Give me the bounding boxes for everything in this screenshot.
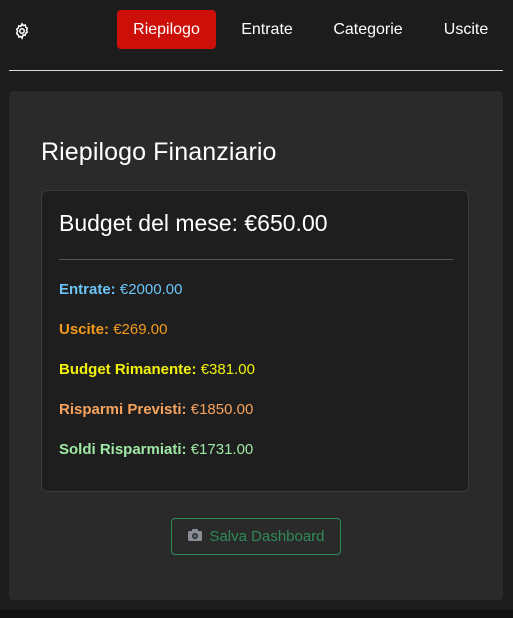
tab-entrate[interactable]: Entrate <box>232 10 302 49</box>
monthly-budget-title: Budget del mese: €650.00 <box>59 210 328 236</box>
stat-uscite-label: Uscite: <box>59 321 110 338</box>
card-divider <box>59 259 454 260</box>
gear-icon[interactable] <box>13 22 31 40</box>
stat-budget-rimanente-value: €381.00 <box>200 361 255 378</box>
stat-risparmi-previsti: Risparmi Previsti: €1850.00 <box>59 401 253 418</box>
stat-soldi-risparmiati-value: €1731.00 <box>190 441 254 458</box>
page-title: Riepilogo Finanziario <box>41 138 277 166</box>
save-dashboard-label: Salva Dashboard <box>209 528 325 545</box>
top-navigation: Riepilogo Entrate Categorie Uscite <box>0 0 513 71</box>
app-page: Riepilogo Entrate Categorie Uscite Riepi… <box>0 0 513 618</box>
stat-uscite-value: €269.00 <box>113 321 168 338</box>
save-dashboard-button[interactable]: Salva Dashboard <box>171 518 341 555</box>
nav-divider <box>9 70 503 71</box>
bottom-edge <box>0 610 513 618</box>
stat-entrate-value: €2000.00 <box>119 281 183 298</box>
stat-soldi-risparmiati-label: Soldi Risparmiati: <box>59 441 187 458</box>
stat-soldi-risparmiati: Soldi Risparmiati: €1731.00 <box>59 441 253 458</box>
stat-entrate: Entrate: €2000.00 <box>59 281 182 298</box>
stat-uscite: Uscite: €269.00 <box>59 321 167 338</box>
budget-summary-card: Budget del mese: €650.00 Entrate: €2000.… <box>41 190 469 492</box>
stat-risparmi-previsti-label: Risparmi Previsti: <box>59 401 187 418</box>
tab-uscite[interactable]: Uscite <box>434 10 498 49</box>
tab-riepilogo[interactable]: Riepilogo <box>117 10 216 49</box>
tab-categorie[interactable]: Categorie <box>323 10 413 49</box>
camera-icon <box>187 528 203 545</box>
stat-budget-rimanente: Budget Rimanente: €381.00 <box>59 361 255 378</box>
stat-budget-rimanente-label: Budget Rimanente: <box>59 361 197 378</box>
stat-entrate-label: Entrate: <box>59 281 116 298</box>
stat-risparmi-previsti-value: €1850.00 <box>190 401 254 418</box>
summary-panel: Riepilogo Finanziario Budget del mese: €… <box>9 91 503 600</box>
